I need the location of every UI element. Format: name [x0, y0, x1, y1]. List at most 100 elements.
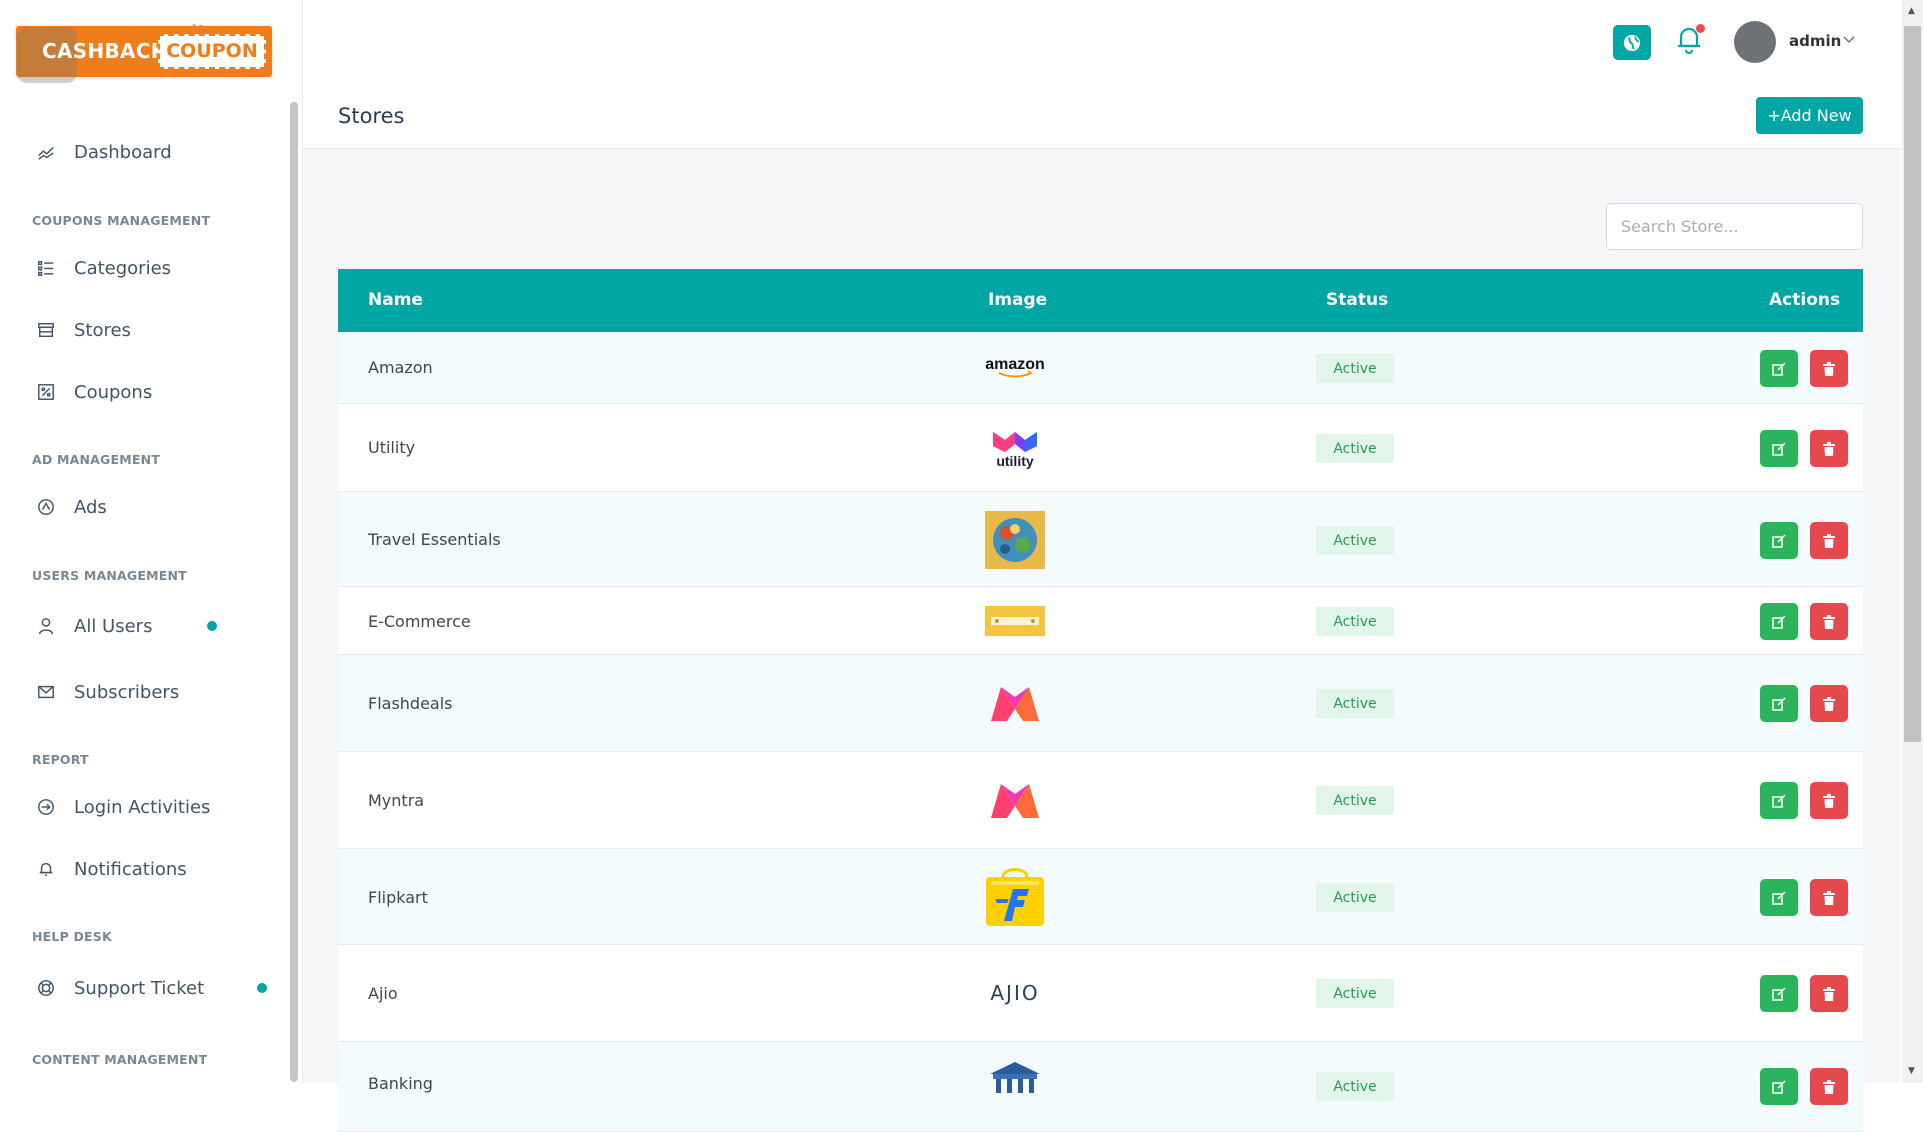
table-row: Travel Essentials Active — [338, 492, 1863, 587]
mail-icon — [36, 682, 56, 702]
add-new-button[interactable]: +Add New — [1756, 97, 1863, 134]
trash-icon — [1823, 361, 1835, 376]
scroll-up-arrow-icon[interactable]: ▲ — [1908, 6, 1915, 16]
logo-text-coupon: COUPON — [158, 34, 266, 69]
edit-button[interactable] — [1760, 685, 1798, 722]
sidebar-item-all-users[interactable]: All Users — [36, 611, 217, 641]
store-name: Banking — [368, 1074, 433, 1093]
status-badge: Active — [1316, 354, 1394, 383]
table-row: Amazon amazon Active — [338, 332, 1863, 404]
sidebar-item-label: Categories — [74, 257, 172, 279]
language-button[interactable] — [1613, 25, 1651, 60]
sidebar-item-subscribers[interactable]: Subscribers — [36, 677, 179, 707]
ajio-logo: AJIO — [985, 981, 1045, 1005]
delete-button[interactable] — [1810, 975, 1848, 1012]
delete-button[interactable] — [1810, 879, 1848, 916]
scroll-down-arrow-icon[interactable]: ▼ — [1908, 1066, 1915, 1076]
trash-icon — [1823, 696, 1835, 711]
store-name: Amazon — [368, 358, 433, 377]
status-badge: Active — [1316, 979, 1394, 1008]
sidebar: CASHBACK ✂ COUPON Dashboard COUPONS MANA… — [0, 0, 303, 1083]
status-badge: Active — [1316, 526, 1394, 555]
table-row: Utility utility Active — [338, 404, 1863, 492]
list-icon — [36, 258, 56, 278]
sidebar-item-coupons[interactable]: Coupons — [36, 377, 152, 407]
brand-logo[interactable]: CASHBACK ✂ COUPON — [16, 20, 272, 83]
edit-button[interactable] — [1760, 1068, 1798, 1105]
store-icon — [36, 320, 56, 340]
new-indicator-dot — [257, 983, 267, 993]
dashboard-icon — [36, 142, 56, 162]
column-header-name[interactable]: Name — [368, 290, 423, 310]
section-heading-ads: AD MANAGEMENT — [32, 452, 161, 467]
edit-button[interactable] — [1760, 603, 1798, 640]
sidebar-item-label: Coupons — [74, 381, 153, 403]
edit-icon — [1772, 986, 1786, 1001]
new-indicator-dot — [207, 621, 217, 631]
table-row: Banking Active — [338, 1042, 1863, 1132]
page-title: Stores — [338, 104, 405, 128]
svg-text:AJIO: AJIO — [990, 981, 1039, 1005]
delete-button[interactable] — [1810, 603, 1848, 640]
delete-button[interactable] — [1810, 782, 1848, 819]
bell-icon — [36, 859, 56, 879]
chevron-down-icon[interactable] — [1843, 36, 1855, 44]
section-heading-helpdesk: HELP DESK — [32, 929, 112, 944]
percent-icon — [36, 382, 56, 402]
sidebar-item-stores[interactable]: Stores — [36, 315, 131, 345]
edit-button[interactable] — [1760, 879, 1798, 916]
sidebar-item-label: Notifications — [74, 858, 187, 880]
edit-button[interactable] — [1760, 430, 1798, 467]
status-badge: Active — [1316, 786, 1394, 815]
edit-button[interactable] — [1760, 350, 1798, 387]
sidebar-item-ads[interactable]: Ads — [36, 492, 107, 522]
status-badge: Active — [1316, 607, 1394, 636]
table-row: Flipkart Active — [338, 849, 1863, 945]
page-scrollbar-thumb[interactable] — [1904, 26, 1921, 742]
store-name: E-Commerce — [368, 612, 471, 631]
store-name: Utility — [368, 438, 416, 457]
column-header-status[interactable]: Status — [1326, 290, 1388, 310]
sidebar-item-categories[interactable]: Categories — [36, 253, 171, 283]
sidebar-item-dashboard[interactable]: Dashboard — [36, 137, 172, 167]
delete-button[interactable] — [1810, 350, 1848, 387]
delete-button[interactable] — [1810, 685, 1848, 722]
edit-button[interactable] — [1760, 782, 1798, 819]
table-row: Ajio AJIO Active — [338, 945, 1863, 1042]
trash-icon — [1823, 1079, 1835, 1094]
column-header-image: Image — [988, 290, 1048, 310]
edit-button[interactable] — [1760, 522, 1798, 559]
table-row: Flashdeals Active — [338, 655, 1863, 752]
sidebar-scrollbar[interactable] — [290, 102, 298, 1082]
username-label[interactable]: admin — [1789, 32, 1841, 50]
utility-logo: utility — [985, 426, 1045, 470]
delete-button[interactable] — [1810, 430, 1848, 467]
notification-badge — [1696, 24, 1705, 33]
delete-button[interactable] — [1810, 1068, 1848, 1105]
myntra-logo — [985, 780, 1045, 820]
avatar[interactable] — [1734, 21, 1776, 63]
notification-button[interactable] — [1675, 24, 1705, 58]
search-input[interactable] — [1606, 203, 1863, 250]
svg-text:amazon: amazon — [985, 356, 1045, 373]
sidebar-item-label: Dashboard — [74, 141, 172, 163]
section-heading-users: USERS MANAGEMENT — [32, 568, 187, 583]
store-name: Myntra — [368, 791, 425, 810]
login-icon — [36, 797, 56, 817]
trash-icon — [1823, 614, 1835, 629]
bank-logo — [985, 1060, 1045, 1100]
amazon-logo: amazon — [985, 354, 1045, 382]
svg-text:utility: utility — [996, 453, 1034, 469]
sidebar-item-support-ticket[interactable]: Support Ticket — [36, 973, 267, 1003]
user-icon — [36, 616, 56, 636]
logo-text-cashback: CASHBACK — [42, 39, 167, 63]
stores-table: Name Image Status Actions Amazon amazon … — [338, 269, 1863, 1132]
myntra-logo — [985, 683, 1045, 723]
trash-icon — [1823, 986, 1835, 1001]
column-header-actions: Actions — [1769, 290, 1841, 310]
delete-button[interactable] — [1810, 522, 1848, 559]
trash-icon — [1823, 441, 1835, 456]
edit-button[interactable] — [1760, 975, 1798, 1012]
sidebar-item-notifications[interactable]: Notifications — [36, 854, 187, 884]
sidebar-item-login-activities[interactable]: Login Activities — [36, 792, 210, 822]
